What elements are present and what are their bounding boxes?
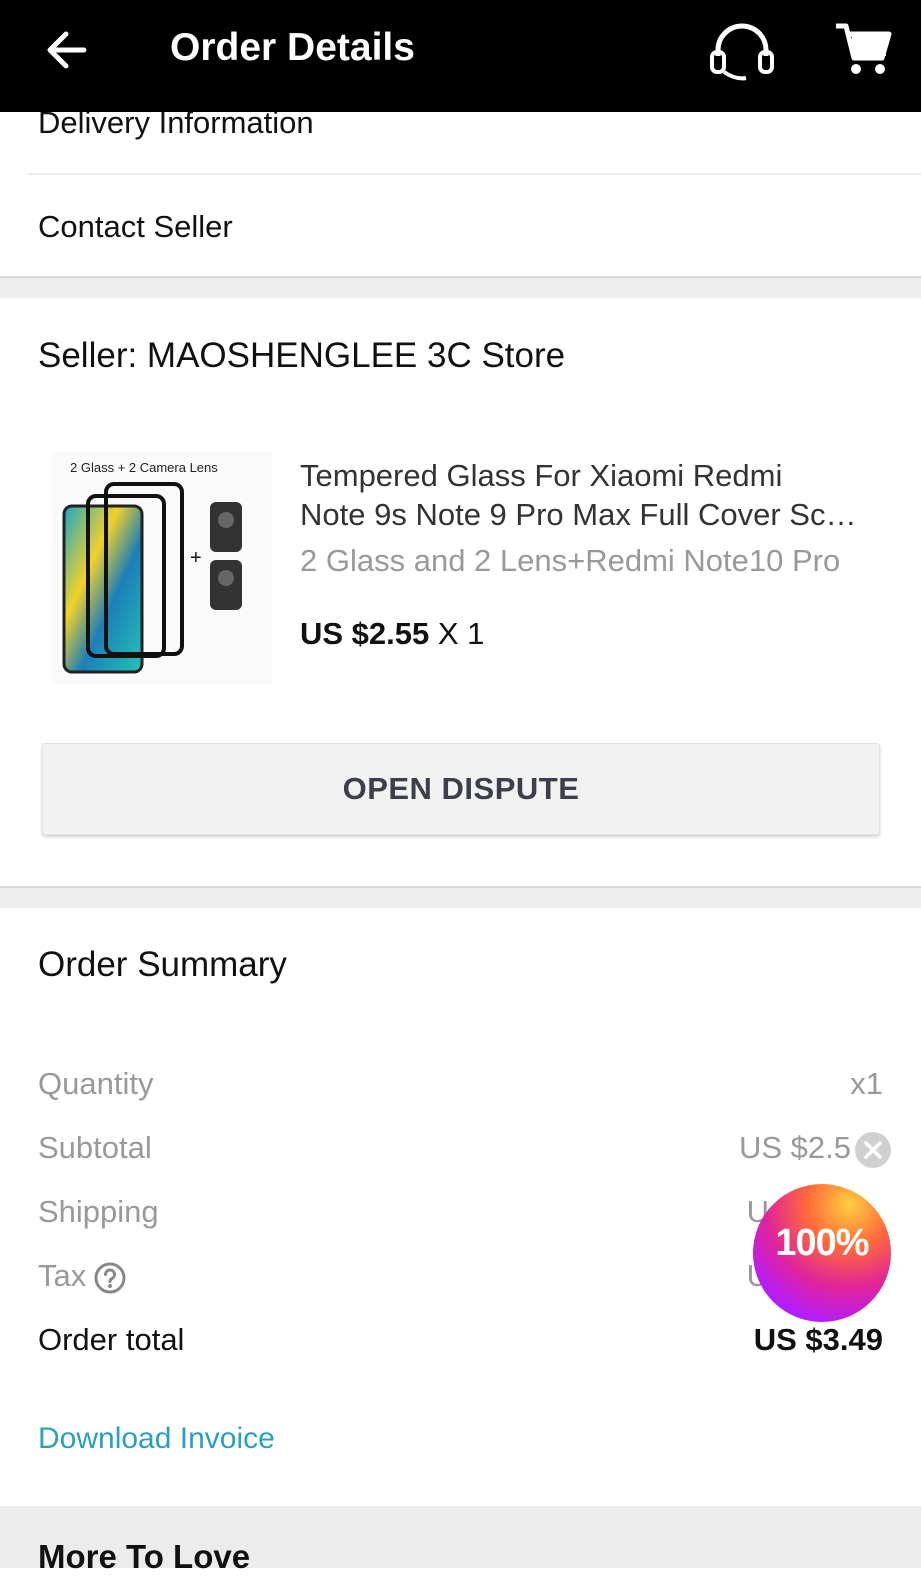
page-title: Order Details: [170, 26, 415, 69]
product-price-line: US $2.55 X 1: [300, 616, 484, 652]
close-icon: [864, 1141, 882, 1159]
summary-label: Subtotal: [38, 1130, 152, 1165]
open-dispute-button[interactable]: OPEN DISPUTE: [42, 743, 880, 835]
seller-name[interactable]: Seller: MAOSHENGLEE 3C Store: [38, 336, 565, 376]
top-bar: Order Details: [0, 0, 921, 112]
product-price: US $2.55: [300, 616, 430, 651]
order-total-label: Order total: [38, 1322, 185, 1357]
help-circle-icon[interactable]: [94, 1262, 126, 1294]
section-divider: [0, 276, 921, 298]
product-variant: 2 Glass and 2 Lens+Redmi Note10 Pro: [300, 543, 841, 578]
divider: [28, 173, 921, 175]
summary-value: x1: [850, 1066, 883, 1101]
headset-icon[interactable]: [706, 20, 778, 84]
svg-text:+: +: [190, 547, 202, 569]
product-name-line-2[interactable]: Note 9s Note 9 Pro Max Full Cover Sc…: [300, 495, 885, 534]
summary-row-subtotal: Subtotal US $2.5: [38, 1130, 883, 1170]
promo-badge-text: 100%: [775, 1222, 869, 1264]
product-quantity: X 1: [437, 616, 485, 651]
order-total-value: US $3.49: [753, 1322, 883, 1357]
promo-badge[interactable]: 100%: [753, 1184, 891, 1322]
summary-label: Tax: [38, 1258, 126, 1294]
order-summary-title: Order Summary: [38, 945, 287, 984]
summary-label: Quantity: [38, 1066, 154, 1101]
tax-label: Tax: [38, 1258, 87, 1293]
promo-close-button[interactable]: [855, 1132, 891, 1168]
product-name-line-1[interactable]: Tempered Glass For Xiaomi Redmi: [300, 456, 890, 495]
back-arrow-icon[interactable]: [40, 22, 96, 78]
download-invoice-link[interactable]: Download Invoice: [38, 1422, 275, 1456]
summary-row-total: Order total US $3.49: [38, 1322, 883, 1362]
product-image[interactable]: 2 Glass + 2 Camera Lens +: [52, 452, 272, 684]
contact-seller-link[interactable]: Contact Seller: [0, 176, 921, 276]
summary-value: US $2.5: [738, 1130, 851, 1165]
section-divider: [0, 886, 921, 908]
cart-icon[interactable]: [832, 18, 894, 80]
contact-seller-label: Contact Seller: [38, 209, 233, 244]
summary-label: Shipping: [38, 1194, 159, 1229]
summary-row-quantity: Quantity x1: [38, 1066, 883, 1106]
more-to-love-title: More To Love: [38, 1538, 251, 1575]
